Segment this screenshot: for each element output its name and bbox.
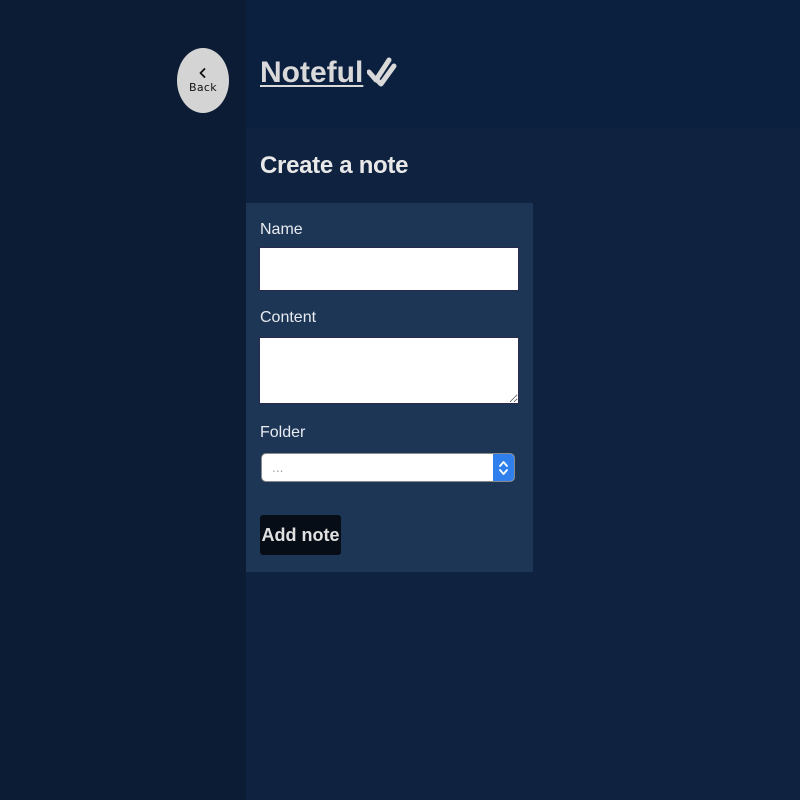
content-label: Content	[260, 309, 317, 326]
name-label: Name	[260, 221, 303, 238]
folder-select[interactable]: ...	[261, 453, 515, 482]
content-textarea[interactable]	[259, 337, 519, 404]
double-check-icon	[367, 57, 397, 87]
folder-label: Folder	[260, 424, 306, 441]
chevron-left-icon	[199, 67, 206, 78]
back-button[interactable]: Back	[177, 48, 229, 113]
app-title-link[interactable]: Noteful	[260, 56, 363, 90]
folder-select-value: ...	[272, 461, 284, 475]
name-input[interactable]	[259, 247, 519, 291]
add-note-button[interactable]: Add note	[260, 515, 341, 555]
header: Noteful	[246, 0, 800, 128]
back-button-label: Back	[189, 80, 217, 94]
create-note-form: Name Content Folder ... Add note	[246, 203, 533, 572]
select-arrows-icon	[493, 454, 514, 481]
sidebar: Back	[0, 0, 246, 800]
app-title: Noteful	[260, 56, 397, 90]
page-title: Create a note	[260, 152, 409, 179]
main-content: Create a note Name Content Folder ... Ad…	[246, 128, 800, 800]
